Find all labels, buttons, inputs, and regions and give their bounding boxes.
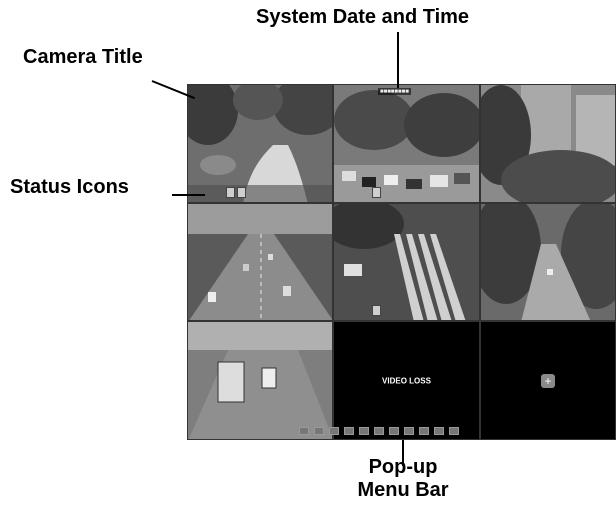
camera-feed-park <box>188 85 332 202</box>
video-loss-text: VIDEO LOSS <box>382 376 431 385</box>
camera-title-callout: Camera Title <box>23 46 143 68</box>
leader-date-time <box>397 32 399 88</box>
camera-cell-3[interactable] <box>480 84 616 203</box>
camera-feed-trucks <box>188 322 332 439</box>
camera-feed-parking-lot <box>334 85 479 202</box>
status-icon <box>237 187 246 198</box>
status-icon <box>372 187 381 198</box>
menu-icon[interactable] <box>299 427 309 435</box>
camera-cell-2[interactable]: ■■■■■■■■ <box>333 84 480 203</box>
leader-menu-bar <box>402 440 404 466</box>
exit-icon[interactable] <box>449 427 459 435</box>
add-camera-button[interactable]: + <box>541 373 555 388</box>
status-icons <box>372 187 381 198</box>
camera-cell-8[interactable]: VIDEO LOSS <box>333 321 480 440</box>
status-icons <box>226 187 246 198</box>
nine-view-icon[interactable] <box>344 427 354 435</box>
camera-feed-crosswalk <box>334 204 479 320</box>
camera-cell-9[interactable]: + <box>480 321 616 440</box>
status-icons <box>372 305 381 316</box>
status-icon <box>372 305 381 316</box>
camera-cell-4[interactable] <box>187 203 333 321</box>
date-time-callout: System Date and Time <box>256 6 470 28</box>
playback-icon[interactable] <box>389 427 399 435</box>
camera-feed-highway <box>188 204 332 320</box>
status-icons-callout: Status Icons <box>10 176 129 198</box>
popup-menu-bar <box>295 425 519 437</box>
network-icon[interactable] <box>434 427 444 435</box>
status-icon <box>226 187 235 198</box>
camera-grid: ■■■■■■■■ VIDEO LOSS + <box>187 84 616 440</box>
sixteen-view-icon[interactable] <box>359 427 369 435</box>
record-icon[interactable] <box>404 427 414 435</box>
camera-cell-6[interactable] <box>480 203 616 321</box>
camera-feed-apartments <box>481 85 615 202</box>
system-date-time-overlay: ■■■■■■■■ <box>378 88 411 95</box>
camera-cell-7[interactable] <box>187 321 333 440</box>
sequence-icon[interactable] <box>374 427 384 435</box>
single-view-icon[interactable] <box>314 427 324 435</box>
camera-cell-1[interactable] <box>187 84 333 203</box>
quad-view-icon[interactable] <box>329 427 339 435</box>
camera-cell-5[interactable] <box>333 203 480 321</box>
camera-feed-tree-lined-road <box>481 204 615 320</box>
leader-status-icons <box>172 194 205 196</box>
menu-bar-callout-line2: Menu Bar <box>357 479 449 501</box>
volume-icon[interactable] <box>419 427 429 435</box>
